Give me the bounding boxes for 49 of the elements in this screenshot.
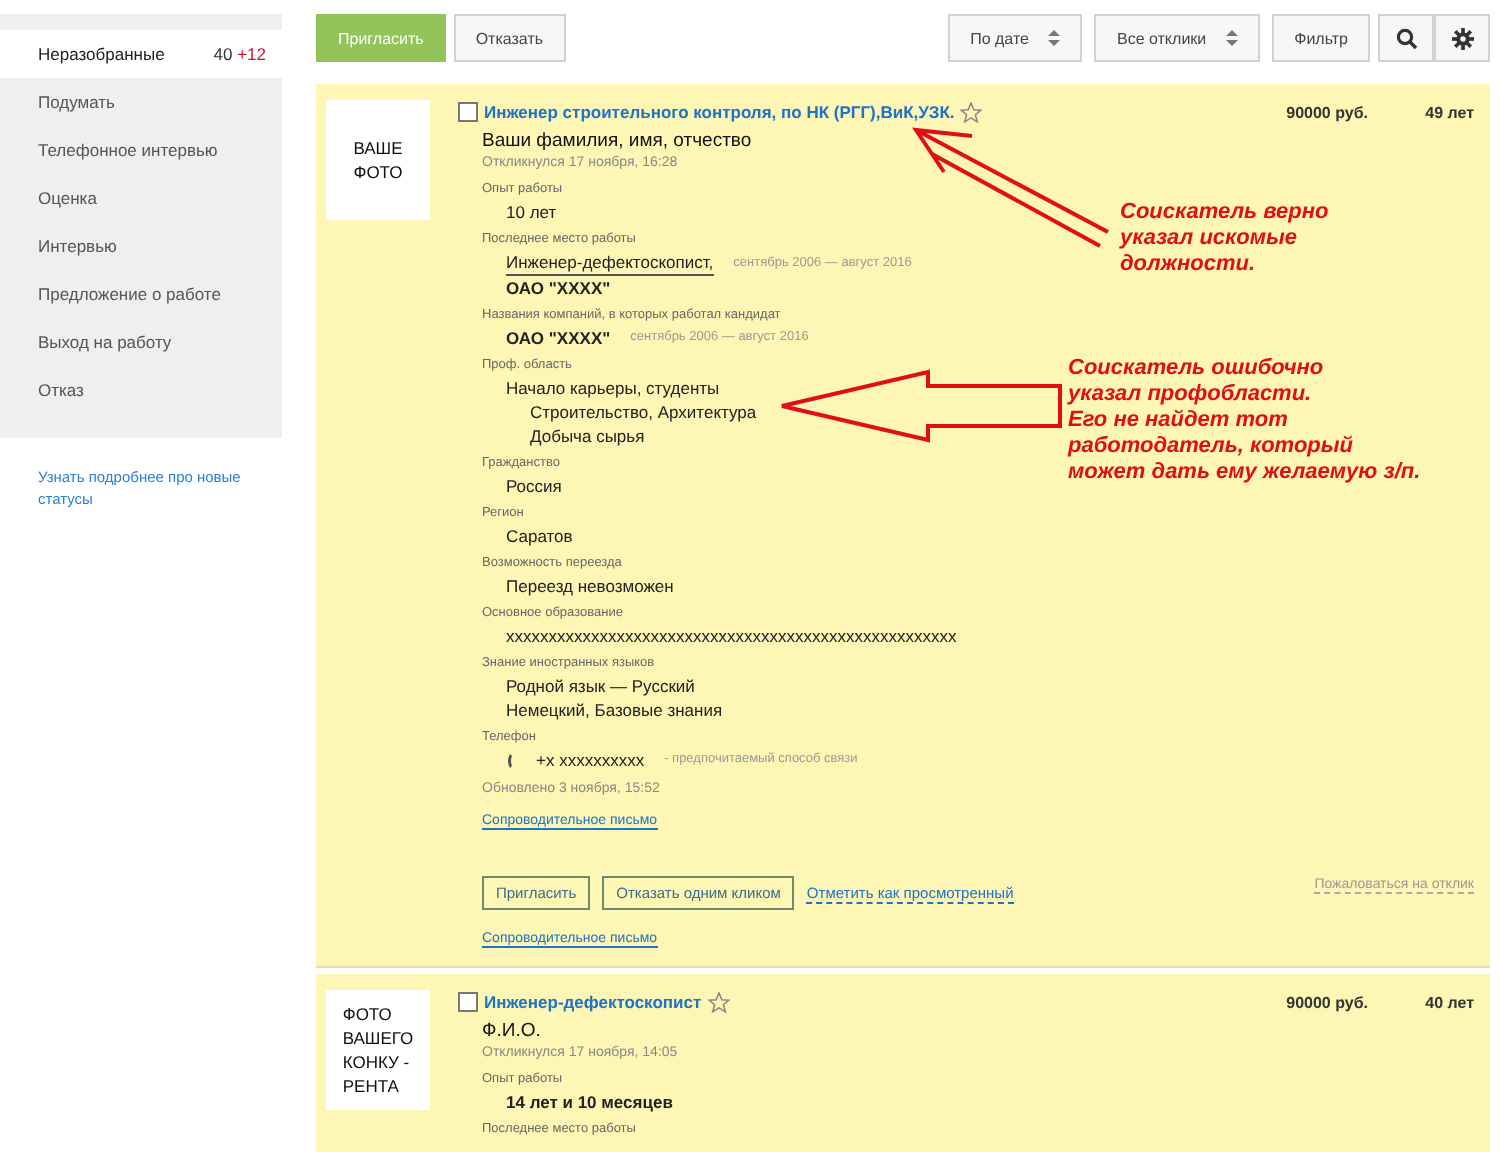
search-icon [1395, 27, 1417, 49]
age-text: 40 лет [1423, 993, 1474, 1011]
area-item: Строительство, Архитектура [530, 400, 757, 424]
field-value: Россия [506, 474, 562, 498]
status-item[interactable]: Неразобранные 40 +12 [0, 30, 282, 78]
vacancy-title-link[interactable]: Инженер строительного контроля, по НК (РГГ),ВиК,УЗК. [484, 102, 955, 122]
field-value: xxxxxxxxxxxxxxxxxxxxxxxxxxxxxxxxxxxxxxxxxxxxxxxxxxxxx [506, 624, 957, 648]
annotation-text: Соискатель верно указал искомые должности. [1120, 200, 1329, 278]
status-item[interactable]: Предложение о работе [0, 270, 282, 318]
photo-caption: ФОТО ВАШЕГО КОНКУ - РЕНТА [342, 1002, 414, 1098]
status-item[interactable]: Оценка [0, 174, 282, 222]
settings-icon [1451, 27, 1473, 49]
field-value: Переезд невозможен [506, 574, 674, 598]
status-item[interactable]: Выход на работу [0, 318, 282, 366]
status-item[interactable]: Интервью [0, 222, 282, 270]
updown-icon [1048, 28, 1061, 48]
annotation-text: Соискатель ошибочно указал профобласти. Его не найдет тот работодатель, который может дать ему желаемую з/п. [1068, 356, 1421, 486]
phone-number: +x xxxxxxxxxx [536, 748, 645, 772]
checkbox[interactable] [458, 102, 478, 122]
status-item[interactable]: Телефонное интервью [0, 126, 282, 174]
salary-text: 90000 руб. [1286, 103, 1368, 121]
field-value: Немецкий, Базовые знания [506, 698, 723, 722]
company-name: 14 лет и 10 месяцев [506, 1090, 673, 1114]
field-value: 10 лет [506, 200, 557, 224]
field-value: Родной язык — Русский [506, 674, 695, 698]
photo-caption: ВАШЕ ФОТО [353, 136, 403, 184]
updown-icon [1226, 28, 1239, 48]
area-item: Добыча сырья [530, 424, 645, 448]
filter-button[interactable]: Фильтр [1272, 14, 1370, 62]
search-button[interactable] [1378, 14, 1434, 62]
star-icon[interactable] [707, 991, 730, 1013]
checkbox[interactable] [458, 992, 478, 1012]
star-icon[interactable] [960, 101, 983, 123]
position-link[interactable]: Инженер-дефектоскопист, [506, 250, 714, 276]
reject-button[interactable]: Отказать [453, 14, 566, 62]
salary-text: 90000 руб. [1286, 993, 1368, 1011]
sort-select[interactable]: Все отклики [1094, 14, 1261, 62]
company-name: ОАО "XXXX" [506, 326, 611, 350]
status-item[interactable]: Подумать [0, 78, 282, 126]
age-text: 49 лет [1423, 103, 1474, 121]
vacancy-title-link[interactable]: Инженер-дефектоскопист [484, 992, 702, 1012]
candidate-name: Ф.И.О. [482, 1020, 543, 1044]
area-item: Начало карьеры, студенты [506, 376, 720, 400]
status-item[interactable]: Отказ [0, 366, 282, 414]
company-name: ОАО "XXXX" [506, 276, 611, 300]
candidate-name: Ваши фамилия, имя, отчество [482, 130, 754, 154]
field-value: Саратов [506, 524, 573, 548]
sort-select[interactable]: По дате [948, 14, 1083, 62]
settings-button[interactable] [1434, 14, 1490, 62]
